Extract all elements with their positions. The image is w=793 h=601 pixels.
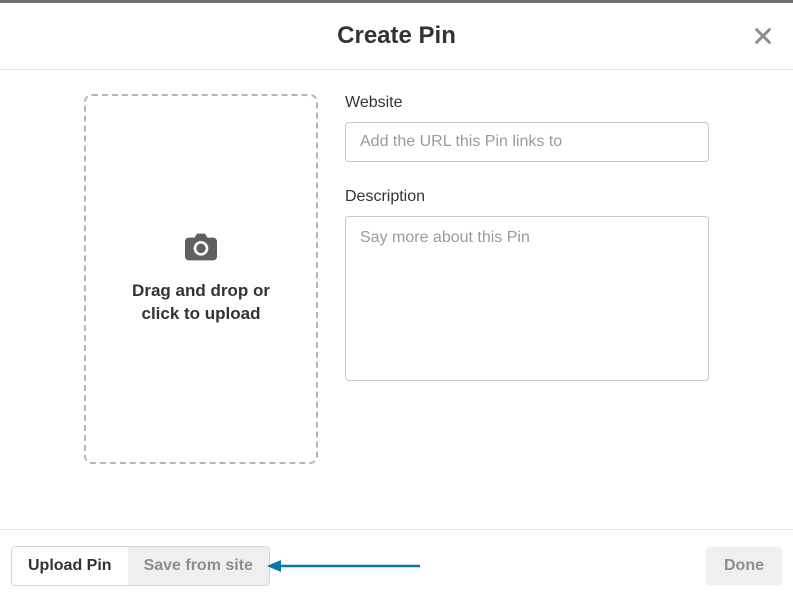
tab-group: Upload Pin Save from site [11,546,270,586]
save-from-site-tab[interactable]: Save from site [128,547,269,585]
description-label: Description [345,188,709,206]
website-field-group: Website [345,94,709,162]
upload-pin-tab[interactable]: Upload Pin [12,547,128,585]
done-button[interactable]: Done [706,547,782,585]
dropzone-text: Drag and drop or click to upload [132,280,270,324]
website-input[interactable] [345,122,709,162]
main-content: Drag and drop or click to upload Website… [0,70,793,464]
description-field-group: Description [345,188,709,386]
close-button[interactable] [748,21,778,51]
modal-header: Create Pin [0,3,793,70]
modal-footer: Upload Pin Save from site Done [0,529,793,601]
description-input[interactable] [345,216,709,381]
arrow-annotation [265,557,425,575]
close-icon [752,25,774,47]
website-label: Website [345,94,709,112]
image-dropzone[interactable]: Drag and drop or click to upload [84,94,318,464]
form-column: Website Description [345,94,709,464]
camera-icon [185,233,217,266]
page-title: Create Pin [337,22,456,50]
